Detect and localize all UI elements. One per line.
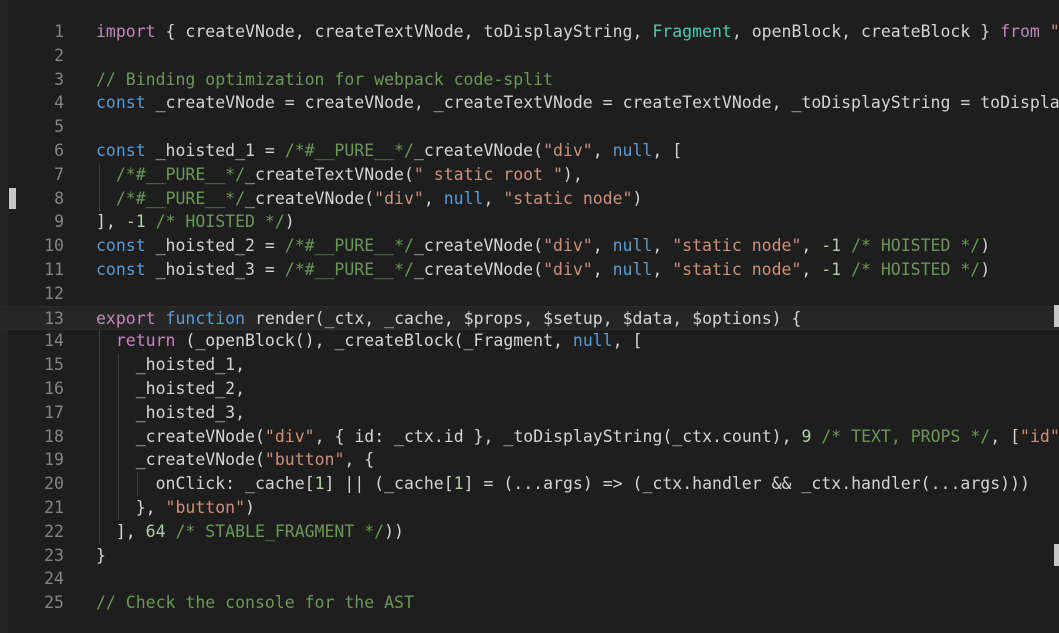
line-code: ], -1 /* HOISTED */) (96, 212, 295, 232)
line-code: // Binding optimization for webpack code… (96, 69, 553, 89)
code-line[interactable]: 13 export function render(_ctx, _cache, $… (0, 305, 1059, 330)
line-number: 20 (44, 474, 64, 494)
line-number: 13 (44, 308, 64, 328)
code-line[interactable]: 6 const _hoisted_1 = /*#__PURE__*/_create… (0, 139, 1059, 163)
line-number: 18 (44, 426, 64, 446)
line-number: 10 (44, 236, 64, 256)
line-code: export function render(_ctx, _cache, $pr… (96, 308, 802, 328)
code-line[interactable]: 25 // Check the console for the AST (0, 591, 1059, 615)
line-code: const _hoisted_2 = /*#__PURE__*/_createV… (96, 236, 991, 256)
line-code: const _hoisted_3 = /*#__PURE__*/_createV… (96, 260, 991, 279)
code-line[interactable]: 24 (0, 567, 1059, 591)
code-line[interactable]: 7 /*#__PURE__*/_createTextVNode(" static… (0, 163, 1059, 187)
line-code: _createVNode("button", { (135, 450, 375, 470)
line-code: } (96, 545, 106, 565)
line-number: 11 (44, 260, 64, 279)
line-code: _hoisted_2, (135, 379, 246, 398)
line-code: // Check the console for the AST (96, 593, 414, 613)
line-number: 12 (44, 283, 64, 303)
code-line[interactable]: 12 (0, 282, 1059, 306)
line-number: 14 (44, 331, 64, 351)
code-line[interactable]: 16 _hoisted_2, (0, 377, 1059, 401)
code-line[interactable]: 15 _hoisted_1, (0, 353, 1059, 377)
line-number: 22 (44, 521, 64, 541)
code-line[interactable]: 18 _createVNode("div", { id: _ctx.id }, … (0, 425, 1059, 449)
line-number: 25 (44, 593, 64, 613)
line-number: 2 (54, 45, 64, 65)
line-number: 5 (54, 117, 64, 137)
line-number: 17 (44, 402, 64, 422)
line-code: onClick: _cache[1] || (_cache[1] = (...a… (155, 474, 1030, 494)
code-line[interactable]: 3 // Binding optimization for webpack cod… (0, 68, 1059, 92)
line-number: 15 (44, 355, 64, 375)
line-number: 9 (54, 212, 64, 232)
line-number: 7 (54, 164, 64, 184)
scrollbar-marker (1054, 544, 1059, 566)
code-line[interactable]: 5 (0, 115, 1059, 139)
line-number: 19 (44, 450, 64, 470)
code-line[interactable]: 9 ], -1 /* HOISTED */) (0, 210, 1059, 234)
line-number: 16 (44, 379, 64, 398)
code-line[interactable]: 22 ], 64 /* STABLE_FRAGMENT */)) (0, 520, 1059, 544)
code-line[interactable]: 4 const _createVNode = createVNode, _crea… (0, 91, 1059, 115)
line-code: _hoisted_1, (135, 355, 246, 375)
code-line[interactable]: 14 return (_openBlock(), _createBlock(_F… (0, 329, 1059, 353)
line-code: ], 64 /* STABLE_FRAGMENT */)) (96, 521, 404, 541)
code-line[interactable]: 1 import { createVNode, createTextVNode, … (0, 20, 1059, 44)
line-number: 3 (54, 69, 64, 89)
line-code: return (_openBlock(), _createBlock(_Frag… (115, 331, 643, 351)
line-code: }, "button") (96, 498, 255, 517)
line-code: const _hoisted_1 = /*#__PURE__*/_createV… (96, 141, 683, 160)
code-line[interactable]: 11 const _hoisted_3 = /*#__PURE__*/_creat… (0, 258, 1059, 282)
code-line[interactable]: 23} (0, 544, 1059, 568)
line-number: 21 (44, 498, 64, 517)
scrollbar-marker (1054, 305, 1059, 327)
code-line[interactable]: 19 _createVNode("button", { (0, 448, 1059, 472)
line-number: 24 (44, 569, 64, 589)
line-code: _hoisted_3, (135, 402, 246, 422)
line-code: import { createVNode, createTextVNode, t… (96, 22, 1059, 41)
code-line[interactable]: 8 /*#__PURE__*/_createVNode("div", null,… (0, 187, 1059, 211)
line-number: 1 (54, 22, 64, 41)
code-line[interactable]: 21 }, "button") (0, 496, 1059, 520)
line-code: /*#__PURE__*/_createTextVNode(" static r… (115, 164, 583, 184)
code-line[interactable]: 10 const _hoisted_2 = /*#__PURE__*/_creat… (0, 234, 1059, 258)
code-line[interactable]: 20 onClick: _cache[1] || (_cache[1] = (.… (0, 472, 1059, 496)
line-code: /*#__PURE__*/_createVNode("div", null, "… (115, 188, 643, 208)
code-editor[interactable]: 1 import { createVNode, createTextVNode, … (0, 0, 1059, 633)
line-number: 8 (54, 188, 64, 208)
line-code: const _createVNode = createVNode, _creat… (96, 93, 1059, 113)
line-number: 23 (44, 545, 64, 565)
line-number: 4 (54, 93, 64, 113)
code-line[interactable]: 17 _hoisted_3, (0, 401, 1059, 425)
line-number: 6 (54, 141, 64, 160)
line-code: _createVNode("div", { id: _ctx.id }, _to… (135, 426, 1059, 446)
code-line[interactable]: 2 (0, 44, 1059, 68)
